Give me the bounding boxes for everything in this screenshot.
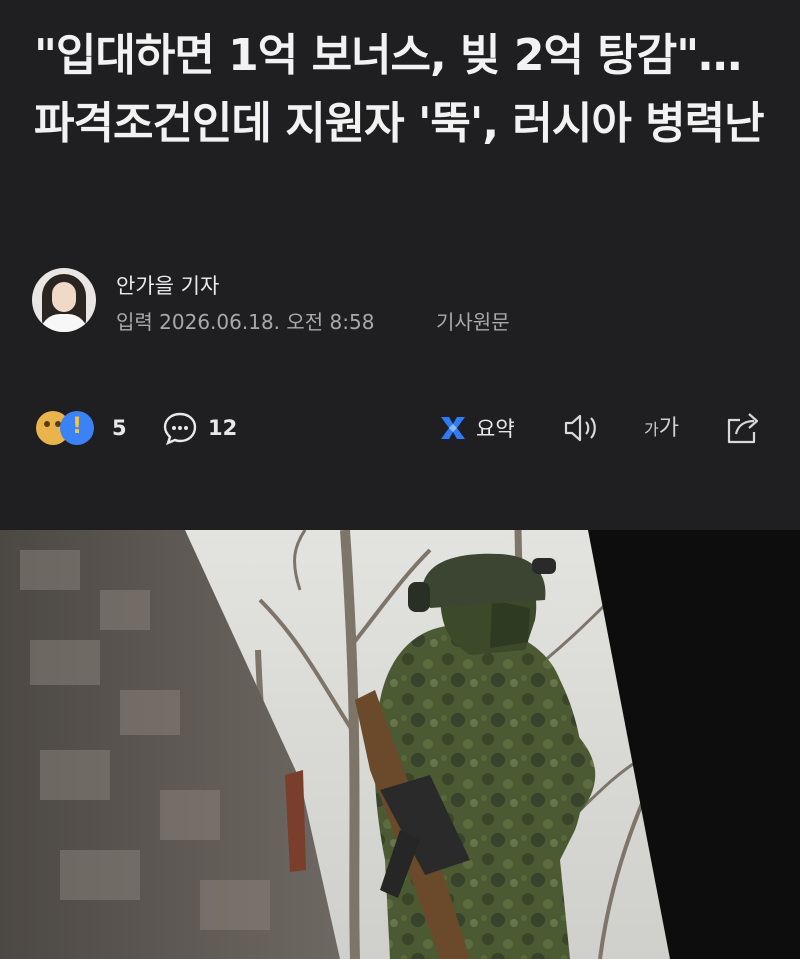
byline: 안가을 기자 입력 2026.06.18. 오전 8:58 기사원문 bbox=[32, 268, 752, 338]
reaction-count: 5 bbox=[112, 416, 127, 440]
original-article-link[interactable]: 기사원문 bbox=[436, 306, 510, 335]
ai-summary-icon bbox=[441, 417, 465, 439]
font-size-big-label: 가 bbox=[658, 416, 679, 441]
comment-button[interactable]: 12 bbox=[162, 408, 237, 448]
article-photo-soldier bbox=[0, 530, 800, 959]
share-button[interactable] bbox=[724, 408, 764, 448]
summary-label: 요약 bbox=[476, 417, 515, 441]
reaction-emoji-icon: ! bbox=[36, 409, 102, 447]
article-headline: "입대하면 1억 보너스, 빚 2억 탕감"…파격조건인데 지원자 '뚝', 러… bbox=[34, 30, 765, 149]
speech-bubble-icon bbox=[163, 412, 197, 446]
avatar[interactable] bbox=[32, 268, 96, 332]
speaker-icon bbox=[564, 414, 596, 442]
article-toolbar: ! 5 12 요약 가 가 bbox=[0, 400, 800, 460]
summary-button[interactable]: 요약 bbox=[438, 408, 515, 448]
reaction-button[interactable]: ! 5 bbox=[36, 408, 127, 448]
share-icon bbox=[727, 413, 759, 444]
author-name[interactable]: 안가을 기자 bbox=[116, 270, 219, 300]
comment-count: 12 bbox=[208, 416, 238, 440]
publish-date: 입력 2026.06.18. 오전 8:58 bbox=[116, 310, 375, 334]
font-size-button[interactable]: 가 가 bbox=[644, 408, 679, 448]
tts-button[interactable] bbox=[562, 408, 602, 448]
article-header: "입대하면 1억 보너스, 빚 2억 탕감"…파격조건인데 지원자 '뚝', 러… bbox=[0, 0, 800, 530]
font-size-small-label: 가 bbox=[644, 420, 659, 439]
